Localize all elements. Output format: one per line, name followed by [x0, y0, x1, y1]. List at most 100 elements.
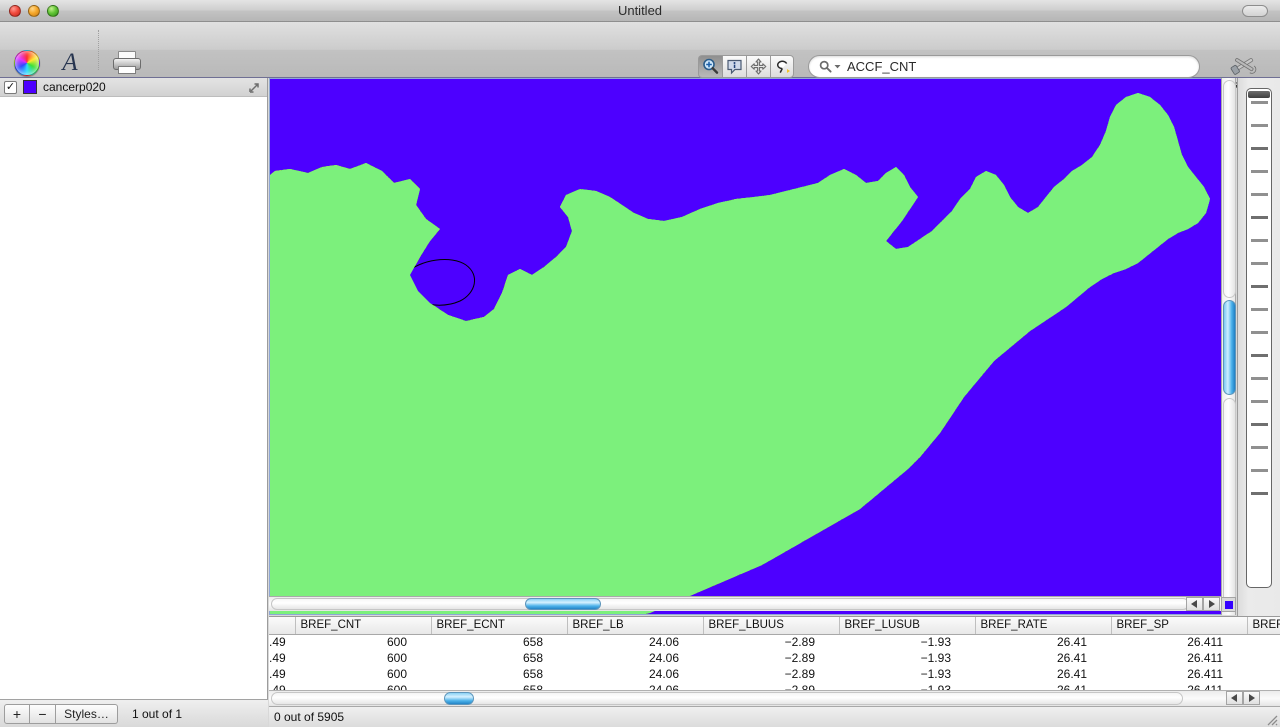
styles-button[interactable]: Styles… [56, 704, 118, 724]
table-scroll-arrows [1226, 691, 1266, 705]
map-corner-resizer[interactable] [1221, 597, 1236, 612]
zoom-tool-button[interactable] [698, 55, 722, 78]
table-column-header-bref_ecnt[interactable]: BREF_ECNT [431, 617, 567, 634]
hscroll-track[interactable] [271, 598, 1189, 610]
table-row[interactable]: .4960065824.06−2.89−1.9326.4126.411 [269, 634, 1280, 650]
table-cell[interactable]: 26.41 [975, 650, 1111, 666]
table-column-header-bref_lusub[interactable]: BREF_LUSUB [839, 617, 975, 634]
table-cell[interactable]: 658 [431, 666, 567, 682]
table-cell[interactable]: 658 [431, 634, 567, 650]
font-A-icon: A [57, 50, 83, 76]
table-cell[interactable]: −2.89 [703, 666, 839, 682]
table-cell[interactable]: 600 [295, 634, 431, 650]
main-toolbar: Colors A Fonts Print [0, 22, 1280, 78]
zoom-ruler-tick [1251, 170, 1268, 173]
table-cell[interactable]: 600 [295, 650, 431, 666]
select-tool-button[interactable] [770, 55, 794, 78]
table-column-header-bref_cnt[interactable]: BREF_CNT [295, 617, 431, 634]
layer-name-label: cancerp020 [43, 80, 106, 94]
vscroll-track-top[interactable] [1223, 80, 1236, 298]
table-cell[interactable]: 600 [295, 666, 431, 682]
table-column-header-bref_ub[interactable]: BREF_UB [1247, 617, 1280, 634]
zoom-ruler-tick [1251, 239, 1268, 242]
triangle-left-icon [1231, 694, 1238, 702]
zoom-ruler-tick [1251, 423, 1268, 426]
zoom-ruler-handle[interactable] [1248, 91, 1270, 98]
table-cell[interactable] [1247, 634, 1280, 650]
map-horizontal-scrollbar[interactable] [269, 596, 1221, 611]
zoom-ruler-tick [1251, 377, 1268, 380]
zoom-ruler[interactable] [1246, 88, 1272, 588]
zoom-ruler-tick [1251, 308, 1268, 311]
table-cell[interactable]: 24.06 [567, 634, 703, 650]
table-scroll-thumb[interactable] [444, 692, 474, 705]
table-cell[interactable]: 24.06 [567, 666, 703, 682]
table-cell[interactable]: 26.41 [975, 634, 1111, 650]
pan-tool-button[interactable] [746, 55, 770, 78]
table-cell[interactable] [1247, 650, 1280, 666]
triangle-left-icon [1191, 600, 1198, 608]
table-cell[interactable]: 26.411 [1111, 666, 1247, 682]
status-bar: 0 out of 5905 [269, 706, 1280, 727]
add-layer-button[interactable]: + [4, 704, 30, 724]
table-scroll-track[interactable] [271, 692, 1183, 705]
table-horizontal-scrollbar[interactable] [269, 690, 1280, 706]
table-cell[interactable]: .49 [269, 666, 295, 682]
table-row[interactable]: .4960065824.06−2.89−1.9326.4126.411 [269, 650, 1280, 666]
triangle-right-icon [1208, 600, 1215, 608]
table-cell[interactable]: 26.411 [1111, 650, 1247, 666]
zoom-ruler-tick [1251, 285, 1268, 288]
toolbar-toggle-button[interactable] [1242, 5, 1268, 17]
table-cell[interactable]: −1.93 [839, 650, 975, 666]
table-column-header-bref_lbuus[interactable]: BREF_LBUUS [703, 617, 839, 634]
zoom-ruler-tick [1251, 492, 1268, 495]
expand-arrow-icon[interactable] [248, 81, 261, 94]
scroll-right-arrow[interactable] [1203, 597, 1220, 611]
zoom-ruler-tick [1251, 124, 1268, 127]
hscroll-thumb[interactable] [525, 598, 601, 610]
magnifier-plus-icon [702, 58, 719, 75]
remove-layer-button[interactable]: − [30, 704, 56, 724]
table-column-header-bref_sp[interactable]: BREF_SP [1111, 617, 1247, 634]
sidebar-footer: + − Styles… 1 out of 1 [0, 699, 268, 727]
table-cell[interactable] [1247, 666, 1280, 682]
layer-color-swatch[interactable] [23, 80, 37, 94]
map-canvas[interactable]: 2.55842 degre [269, 78, 1236, 615]
table-column-header-bref_rate[interactable]: BREF_RATE [975, 617, 1111, 634]
selection-count-label: 0 out of 5905 [274, 710, 344, 724]
zoom-ruler-tick [1251, 147, 1268, 150]
table-cell[interactable]: −1.93 [839, 634, 975, 650]
filter-search-field[interactable]: ACCF_CNT [808, 55, 1200, 78]
layer-row-cancerp020[interactable]: ✓ cancerp020 [0, 78, 267, 97]
vscroll-track-bottom[interactable] [1223, 398, 1236, 612]
four-arrows-icon [750, 58, 767, 75]
table-cell[interactable]: 26.41 [975, 666, 1111, 682]
table-header-row: BREF_CNTBREF_ECNTBREF_LBBREF_LBUUSBREF_L… [269, 617, 1280, 634]
map-vertical-scrollbar[interactable] [1221, 78, 1236, 615]
table-cell[interactable]: .49 [269, 634, 295, 650]
table-cell[interactable]: .49 [269, 650, 295, 666]
zoom-ruler-tick [1251, 262, 1268, 265]
table-cell[interactable]: 26.411 [1111, 634, 1247, 650]
vscroll-thumb[interactable] [1223, 300, 1236, 395]
table-cell[interactable]: −2.89 [703, 634, 839, 650]
zoom-ruler-tick [1251, 400, 1268, 403]
table-scroll-right-arrow[interactable] [1243, 691, 1260, 705]
table-column-header-bref_lb[interactable]: BREF_LB [567, 617, 703, 634]
table-column-header-index[interactable] [269, 617, 295, 634]
choropleth-map [270, 79, 1236, 615]
zoom-ruler-tick [1251, 331, 1268, 334]
table-cell[interactable]: 658 [431, 650, 567, 666]
table-cell[interactable]: 24.06 [567, 650, 703, 666]
table-scroll-left-arrow[interactable] [1226, 691, 1243, 705]
hammer-wrench-icon [1229, 52, 1259, 78]
window-resize-grip[interactable] [1264, 712, 1278, 726]
scroll-left-arrow[interactable] [1186, 597, 1203, 611]
layer-visibility-checkbox[interactable]: ✓ [4, 81, 17, 94]
triangle-right-icon [1248, 694, 1255, 702]
color-wheel-icon [14, 50, 40, 76]
info-tool-button[interactable] [722, 55, 746, 78]
table-cell[interactable]: −2.89 [703, 650, 839, 666]
table-cell[interactable]: −1.93 [839, 666, 975, 682]
table-row[interactable]: .4960065824.06−2.89−1.9326.4126.411 [269, 666, 1280, 682]
